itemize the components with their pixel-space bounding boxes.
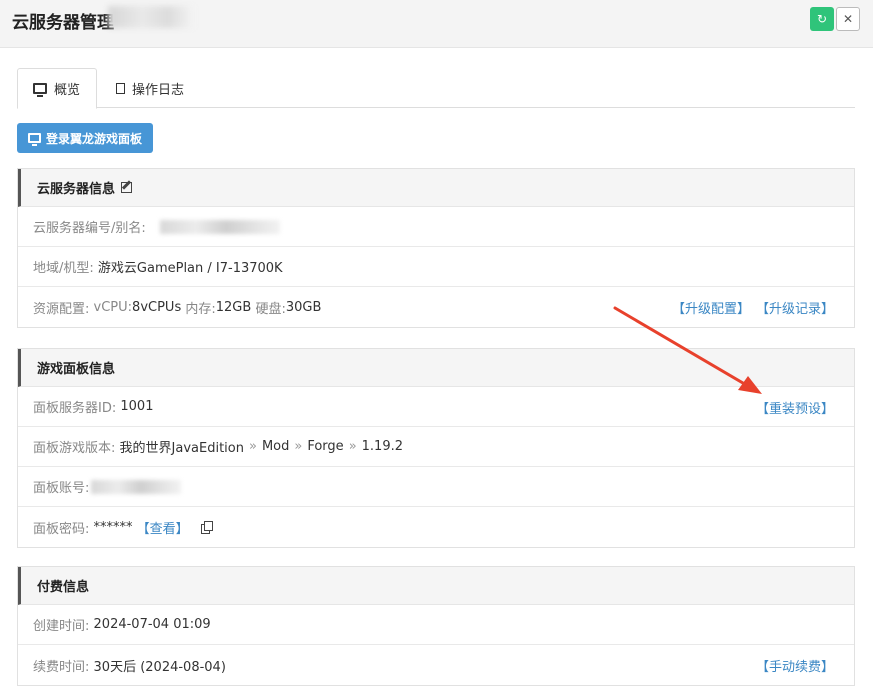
login-button-label: 登录翼龙游戏面板 <box>45 131 142 146</box>
memory-label: 内存: <box>185 301 216 317</box>
server-info-title: 云服务器信息 <box>37 182 116 197</box>
renew-row: 续费时间: 30天后 (2024-08-04) 【手动续费】 <box>18 645 854 685</box>
upgrade-config-link[interactable]: 【升级配置】 <box>672 298 750 317</box>
disk-value: 30GB <box>285 299 322 315</box>
copy-icon[interactable] <box>200 521 213 534</box>
refresh-button[interactable]: ↻ <box>810 7 834 31</box>
close-button[interactable]: ✕ <box>836 7 860 31</box>
document-icon <box>116 82 125 94</box>
disk-label: 硬盘: <box>255 301 286 317</box>
blurred-server-id <box>159 219 280 234</box>
panel-header: 游戏面板信息 <box>18 349 854 387</box>
panel-server-id-label: 面板服务器ID: <box>33 401 117 416</box>
game-version-part: 1.19.2 <box>361 439 404 454</box>
game-panel-title: 游戏面板信息 <box>37 362 116 377</box>
breadcrumb-separator: » <box>248 439 257 454</box>
refresh-icon: ↻ <box>816 12 828 26</box>
billing-panel: 付费信息 创建时间: 2024-07-04 01:09 续费时间: 30天后 (… <box>17 566 855 686</box>
billing-title: 付费信息 <box>37 580 90 595</box>
created-value: 2024-07-04 01:09 <box>93 617 211 632</box>
tab-overview[interactable]: 概览 <box>17 68 97 109</box>
game-version-label: 面板游戏版本: <box>33 441 116 456</box>
edit-icon[interactable] <box>121 182 133 193</box>
renew-value: 30天后 (2024-08-04) <box>93 659 226 675</box>
region-label: 地域/机型: <box>33 261 94 276</box>
server-id-row: 云服务器编号/别名: <box>18 207 854 247</box>
region-row: 地域/机型: 游戏云GamePlan / I7-13700K <box>18 247 854 287</box>
upgrade-log-link[interactable]: 【升级记录】 <box>756 298 834 317</box>
created-label: 创建时间: <box>33 619 90 634</box>
resource-label: 资源配置: <box>33 301 90 317</box>
breadcrumb-separator: » <box>294 439 303 454</box>
blurred-region <box>108 6 194 28</box>
memory-value: 12GB <box>215 299 252 315</box>
resource-row: 资源配置: vCPU: 8vCPUs 内存: 12GB 硬盘: 30GB 【升级… <box>18 287 854 327</box>
panel-header: 云服务器信息 <box>18 169 854 207</box>
region-value: 游戏云GamePlan / I7-13700K <box>97 261 283 276</box>
panel-header: 付费信息 <box>18 567 854 605</box>
game-panel-info-panel: 游戏面板信息 面板服务器ID: 1001 【重装预设】 面板游戏版本: 我的世界… <box>17 348 855 548</box>
close-icon: ✕ <box>842 12 854 26</box>
panel-password-label: 面板密码: <box>33 521 90 537</box>
breadcrumb-separator: » <box>348 439 357 454</box>
game-version-part: Mod <box>261 439 290 454</box>
game-version-row: 面板游戏版本: 我的世界JavaEdition » Mod » Forge » … <box>18 427 854 467</box>
monitor-icon <box>27 133 41 146</box>
reinstall-preset-link[interactable]: 【重装预设】 <box>756 398 834 417</box>
tab-log-label: 操作日志 <box>132 82 185 98</box>
panel-account-label: 面板账号: <box>33 481 90 496</box>
vcpu-value: 8vCPUs <box>132 299 182 315</box>
blurred-account <box>91 479 182 494</box>
renew-label: 续费时间: <box>33 659 90 675</box>
page-title: 云服务器管理 <box>12 13 114 33</box>
login-panel-button[interactable]: 登录翼龙游戏面板 <box>17 123 153 153</box>
manual-renew-link[interactable]: 【手动续费】 <box>756 656 834 675</box>
view-password-link[interactable]: 【查看】 <box>137 518 189 537</box>
vcpu-label: vCPU: <box>93 299 133 315</box>
panel-server-id-value: 1001 <box>120 399 154 414</box>
panel-password-row: 面板密码: ****** 【查看】 <box>18 507 854 547</box>
panel-account-row: 面板账号: <box>18 467 854 507</box>
monitor-icon <box>33 83 47 97</box>
tab-overview-label: 概览 <box>54 83 81 98</box>
header-bar: 云服务器管理 ↻ ✕ <box>0 0 873 48</box>
tab-bar: 概览 操作日志 <box>17 68 855 109</box>
server-id-label: 云服务器编号/别名: <box>33 221 146 236</box>
game-version-part: 我的世界JavaEdition <box>119 441 244 456</box>
game-version-part: Forge <box>307 439 344 454</box>
created-row: 创建时间: 2024-07-04 01:09 <box>18 605 854 645</box>
panel-password-value: ****** <box>93 519 133 535</box>
panel-server-id-row: 面板服务器ID: 1001 【重装预设】 <box>18 387 854 427</box>
server-info-panel: 云服务器信息 云服务器编号/别名: 地域/机型: 游戏云GamePlan / I… <box>17 168 855 328</box>
tab-operation-log[interactable]: 操作日志 <box>101 68 199 108</box>
